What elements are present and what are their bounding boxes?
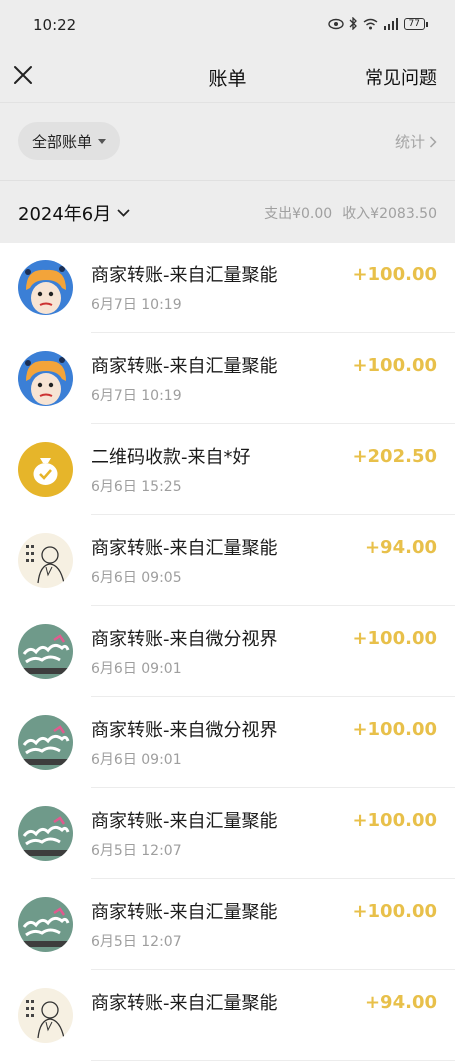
chevron-down-icon [117,209,130,217]
transaction-time: 6月7日 10:19 [91,297,182,313]
cartoon-head-avatar [18,260,73,315]
transaction-title: 商家转账-来自汇量聚能 [91,811,278,832]
transaction-item[interactable]: 商家转账-来自汇量聚能 6月5日 12:07 +100.00 [0,879,455,970]
transaction-item[interactable]: 商家转账-来自微分视界 6月6日 09:01 +100.00 [0,606,455,697]
month-selector[interactable]: 2024年6月 [18,200,130,226]
transaction-item[interactable]: 商家转账-来自汇量聚能 6月7日 10:19 +100.00 [0,242,455,333]
transaction-title: 二维码收款-来自*好 [91,447,251,468]
transaction-item[interactable]: 二维码收款-来自*好 6月6日 15:25 +202.50 [0,424,455,515]
sketch-portrait-avatar [18,988,73,1043]
faq-link[interactable]: 常见问题 [365,64,437,90]
wifi-icon [363,18,377,29]
transaction-time: 6月6日 09:05 [91,570,182,586]
green-logo-avatar [18,715,73,770]
transaction-time: 6月5日 12:07 [91,934,182,950]
month-label: 2024年6月 [18,204,112,225]
cartoon-head-avatar [18,351,73,406]
transaction-item[interactable]: 商家转账-来自汇量聚能 6月7日 10:19 +100.00 [0,333,455,424]
transaction-title: 商家转账-来自汇量聚能 [91,538,278,559]
transaction-item[interactable]: 商家转账-来自汇量聚能 6月6日 09:05 +94.00 [0,515,455,606]
stats-link[interactable]: 统计 [395,131,437,152]
stats-label: 统计 [394,133,425,151]
transaction-amount: +100.00 [352,901,437,922]
green-logo-avatar [18,897,73,952]
transaction-item[interactable]: 商家转账-来自汇量聚能 +94.00 [0,970,455,1061]
month-header: 2024年6月 支出¥0.00 收入¥2083.50 [0,180,455,243]
status-icons: 77 [327,17,429,30]
month-summary: 支出¥0.00 收入¥2083.50 [254,203,437,223]
green-logo-avatar [18,624,73,679]
transaction-list: 商家转账-来自汇量聚能 6月7日 10:19 +100.00 商家转账-来自汇量聚能 6… [0,242,455,1061]
transaction-time: 6月7日 10:19 [91,388,182,404]
transaction-amount: +100.00 [352,264,437,285]
filter-bar: 全部账单 统计 [0,102,455,181]
green-logo-avatar [18,806,73,861]
transaction-amount: +100.00 [352,810,437,831]
status-time: 10:22 [33,16,77,34]
transaction-time: 6月6日 15:25 [91,479,182,495]
bluetooth-icon [349,17,357,30]
bill-filter-dropdown[interactable]: 全部账单 [18,122,121,160]
transaction-title: 商家转账-来自汇量聚能 [91,265,278,286]
expense-total: 支出¥0.00 [264,206,333,222]
transaction-amount: +94.00 [364,992,437,1013]
transaction-amount: +100.00 [352,355,437,376]
sketch-portrait-avatar [18,533,73,588]
caret-down-icon [98,138,107,144]
transaction-time: 6月6日 09:01 [91,752,182,768]
transaction-title: 商家转账-来自汇量聚能 [91,993,278,1014]
bill-filter-label: 全部账单 [32,132,93,151]
status-bar: 10:22 77 [0,0,455,52]
income-total: 收入¥2083.50 [342,206,437,222]
transaction-amount: +100.00 [352,719,437,740]
signal-icon [383,17,398,30]
transaction-title: 商家转账-来自微分视界 [91,720,278,741]
transaction-title: 商家转账-来自微分视界 [91,629,278,650]
transaction-title: 商家转账-来自汇量聚能 [91,902,278,923]
transaction-amount: +100.00 [352,628,437,649]
chevron-right-icon [429,135,437,148]
transaction-amount: +94.00 [364,537,437,558]
battery-indicator: 77 [403,17,429,30]
transaction-time: 6月6日 09:01 [91,661,182,677]
transaction-title: 商家转账-来自汇量聚能 [91,356,278,377]
nav-bar: 账单 常见问题 [0,52,455,102]
transaction-item[interactable]: 商家转账-来自微分视界 6月6日 09:01 +100.00 [0,697,455,788]
eye-icon [327,18,344,29]
money-bag-icon [18,442,73,497]
transaction-time: 6月5日 12:07 [91,843,182,859]
transaction-amount: +202.50 [352,446,437,467]
transaction-item[interactable]: 商家转账-来自汇量聚能 6月5日 12:07 +100.00 [0,788,455,879]
